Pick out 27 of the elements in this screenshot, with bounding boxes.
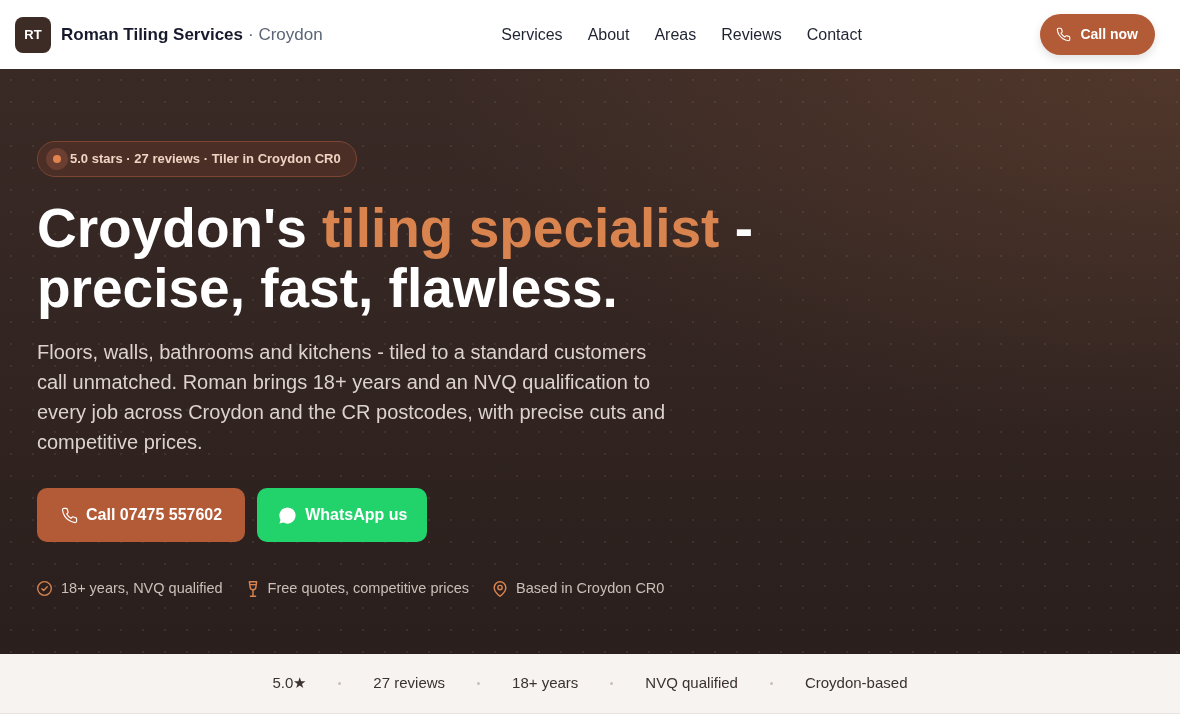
call-button[interactable]: Call 07475 557602 [37, 488, 246, 542]
chat-bubble-icon [279, 506, 297, 524]
nav-link[interactable]: About [587, 22, 630, 47]
hero-heading: Croydon's tiling specialist - precise, fast, flawless. [37, 198, 754, 318]
stat-label: 18+ years [512, 673, 579, 694]
stat-label: NVQ qualified [645, 673, 738, 694]
stat-label: 5.0★ [272, 673, 307, 694]
logo-mark[interactable]: RT [15, 16, 51, 53]
nav-link[interactable]: Reviews [721, 22, 782, 47]
nav-link[interactable]: Areas [654, 22, 697, 47]
stat-label: Croydon-based [804, 673, 908, 694]
nav-link[interactable]: Contact [806, 22, 862, 47]
hero-intro: Floors, walls, bathrooms and kitchens - tiled to a standard customers call unmatched. Roman brings 18+ years and an NVQ qualification to every job across Croydon and the CR postcodes, with precise cuts and competitive prices. [37, 340, 667, 455]
feature-label: Based in Croydon CR0 [516, 579, 665, 598]
feature-label: Free quotes, competitive prices [267, 579, 470, 598]
brand-location: · Croydon [248, 23, 323, 46]
brand-name: Roman Tiling Services [61, 23, 244, 46]
phone-icon [1056, 27, 1072, 42]
feature-label: 18+ years, NVQ qualified [61, 579, 223, 598]
call-now-button[interactable]: Call now [1040, 14, 1155, 55]
phone-icon [61, 506, 78, 524]
nav-link[interactable]: Services [501, 22, 563, 47]
map-pin-icon [493, 580, 508, 597]
goblet-icon [246, 580, 259, 597]
badge-text: 5.0 stars · 27 reviews · Tiler in Croydon CR0 [70, 150, 341, 169]
stat-label: 27 reviews [373, 673, 446, 694]
check-circle-icon [37, 581, 52, 597]
